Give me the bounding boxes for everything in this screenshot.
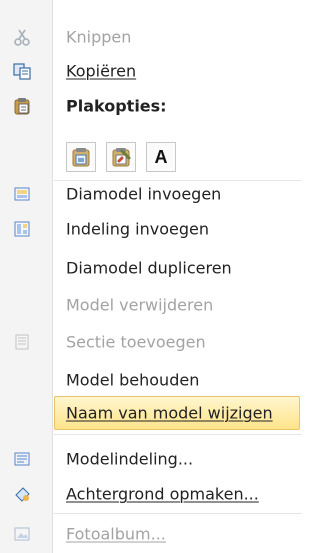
menu-item-label: Naam van model wijzigen [66,403,273,423]
format-background-icon [12,484,32,504]
copy-icon [12,61,32,81]
menu-item-modelindeling[interactable]: Modelindeling... [0,440,302,478]
menu-item-label: Knippen [66,27,132,47]
menu-item-label: Plakopties: [66,96,167,116]
menu-item-label: Fotoalbum... [66,524,166,544]
add-section-icon [12,332,32,352]
menu-item-knippen[interactable]: Knippen [0,18,302,56]
menu-item-diamodel-invoegen[interactable]: Diamodel invoegen [0,175,302,213]
paste-keep-source-formatting-button[interactable] [106,142,136,172]
menu-section-plakopties: Plakopties: [0,87,302,125]
menu-item-label: Indeling invoegen [66,219,209,239]
menu-separator [54,513,302,514]
menu-item-label: Diamodel dupliceren [66,258,232,278]
paste-keep-source-formatting-icon [110,146,132,168]
master-layout-icon [12,449,32,469]
context-menu: Knippen Kopiëren Plakopties: A Diamodel … [0,0,302,553]
menu-item-label: Modelindeling... [66,449,194,469]
menu-item-sectie-toevoegen[interactable]: Sectie toevoegen [0,323,302,361]
menu-item-label: Model behouden [66,370,200,390]
menu-item-model-verwijderen[interactable]: Model verwijderen [0,286,302,324]
paste-keep-text-only-button[interactable]: A [146,142,176,172]
menu-item-label: Kopiëren [66,61,137,81]
paste-keep-text-only-icon: A [154,146,168,167]
paste-options-row: A [66,142,176,176]
paste-use-destination-theme-icon [70,146,92,168]
menu-item-fotoalbum[interactable]: Fotoalbum... [0,515,302,553]
menu-item-label: Diamodel invoegen [66,184,222,204]
menu-separator [54,434,302,435]
insert-slide-master-icon [12,184,32,204]
insert-layout-icon [12,219,32,239]
menu-item-diamodel-dupliceren[interactable]: Diamodel dupliceren [0,249,302,287]
menu-item-label: Sectie toevoegen [66,332,206,352]
menu-item-indeling-invoegen[interactable]: Indeling invoegen [0,210,302,248]
photo-album-icon [12,524,32,544]
menu-item-naam-wijzigen[interactable]: Naam van model wijzigen [0,394,302,432]
menu-item-achtergrond-opmaken[interactable]: Achtergrond opmaken... [0,475,302,513]
clipboard-icon [12,96,32,116]
menu-item-label: Model verwijderen [66,295,214,315]
menu-item-kopieren[interactable]: Kopiëren [0,52,302,90]
menu-item-label: Achtergrond opmaken... [66,484,259,504]
paste-use-destination-theme-button[interactable] [66,142,96,172]
scissors-icon [12,27,32,47]
